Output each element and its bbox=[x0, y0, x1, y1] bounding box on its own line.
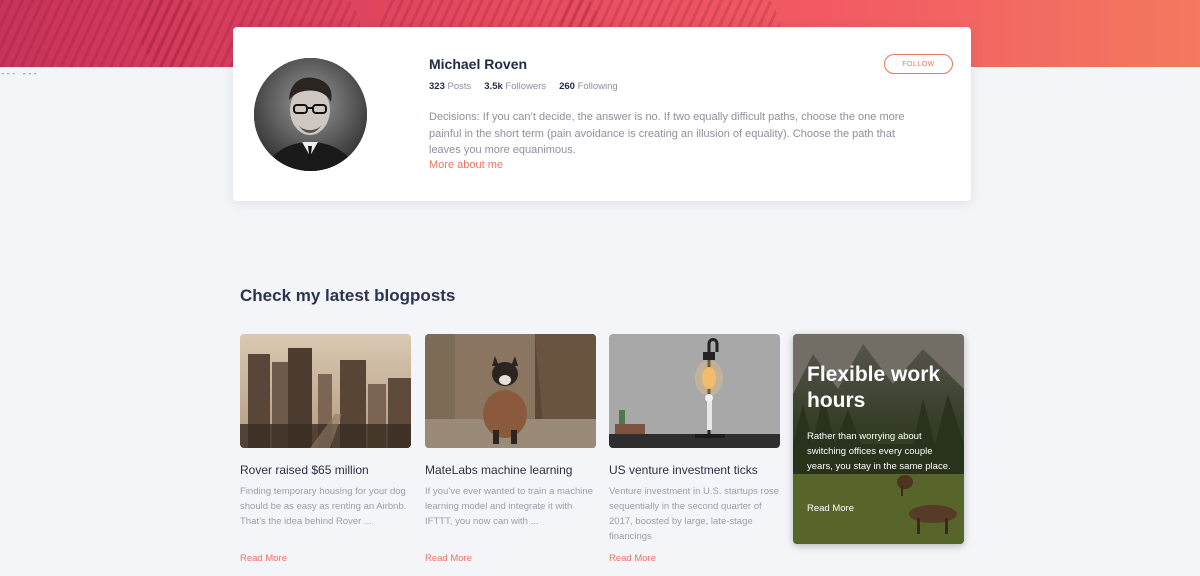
read-more-link[interactable]: Read More bbox=[240, 553, 411, 564]
profile-name: Michael Roven bbox=[429, 56, 528, 72]
post-title: US venture investment ticks bbox=[609, 463, 758, 477]
post-excerpt: If you’ve ever wanted to train a machine… bbox=[425, 486, 593, 527]
feature-title: Flexible work hours bbox=[807, 363, 941, 412]
read-more-link[interactable]: Read More bbox=[609, 553, 780, 564]
post-thumbnail[interactable] bbox=[425, 334, 596, 448]
post-thumbnail[interactable] bbox=[609, 334, 780, 448]
post-thumbnail[interactable] bbox=[240, 334, 411, 448]
stat-following: 260 Following bbox=[559, 81, 618, 92]
stat-followers: 3.5k Followers bbox=[484, 81, 547, 92]
profile-card: Michael Roven 323 Posts 3.5k Followers 2… bbox=[233, 27, 971, 201]
city-skyline-image bbox=[240, 334, 411, 448]
read-more-link[interactable]: Read More bbox=[425, 553, 596, 564]
more-about-me-link[interactable]: More about me bbox=[429, 159, 503, 171]
dog-in-coat-image bbox=[425, 334, 596, 448]
blog-post-card: US venture investment ticks Venture inve… bbox=[609, 334, 780, 564]
follow-button[interactable]: FOLLOW bbox=[884, 54, 953, 74]
post-title: Rover raised $65 million bbox=[240, 463, 369, 477]
feature-card[interactable]: Flexible work hours Rather than worrying… bbox=[793, 334, 964, 544]
dash-marker: --- --- bbox=[0, 69, 38, 79]
portrait-image bbox=[254, 58, 367, 171]
stat-posts: 323 Posts bbox=[429, 81, 472, 92]
blog-section-heading: Check my latest blogposts bbox=[240, 286, 456, 305]
feature-read-more-link[interactable]: Read More bbox=[807, 503, 854, 514]
lamp-figurine-image bbox=[609, 334, 780, 448]
post-title: MateLabs machine learning bbox=[425, 463, 573, 477]
post-excerpt: Venture investment in U.S. startups rose… bbox=[609, 486, 780, 542]
avatar bbox=[254, 58, 367, 171]
profile-bio: Decisions: If you can’t decide, the answ… bbox=[429, 111, 905, 156]
feature-text: Rather than worrying about switching off… bbox=[807, 431, 951, 472]
post-excerpt: Finding temporary housing for your dog s… bbox=[240, 486, 407, 527]
blog-post-card: Rover raised $65 million Finding tempora… bbox=[240, 334, 411, 564]
blog-post-card: MateLabs machine learning If you’ve ever… bbox=[425, 334, 596, 564]
profile-stats: 323 Posts 3.5k Followers 260 Following bbox=[429, 81, 618, 92]
